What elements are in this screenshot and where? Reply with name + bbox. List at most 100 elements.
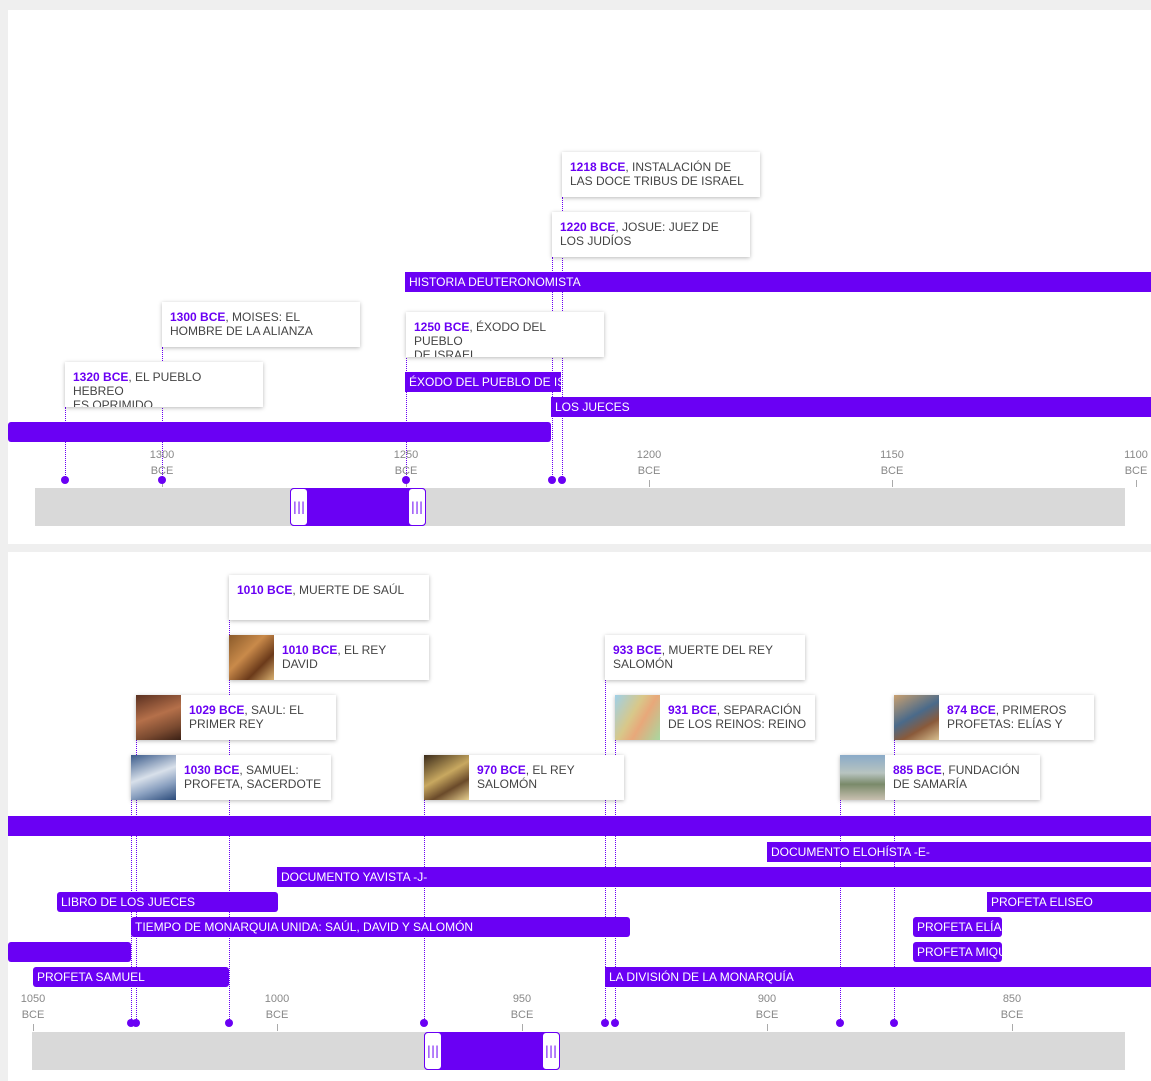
event-date: 1320 BCE [73, 370, 129, 384]
tick-era: BCE [510, 1009, 534, 1021]
tick-year: 1250 [393, 449, 419, 461]
event-date: 1030 BCE [184, 763, 240, 777]
event-thumbnail-image [894, 695, 939, 740]
navigator-handle-left[interactable]: ||| [424, 1032, 442, 1070]
navigator-handle-right[interactable]: ||| [408, 488, 426, 526]
timeline-panel-2[interactable]: 1010 BCE, MUERTE DE SAÚL 1010 BCE, EL RE… [8, 552, 1151, 1081]
axis-tick: 1200 BCE [627, 447, 671, 487]
event-title-cont: LOS JUDÍOS [560, 234, 632, 248]
event-marker[interactable] [611, 1019, 619, 1027]
tick-era: BCE [880, 465, 904, 477]
tick-era: BCE [637, 465, 661, 477]
event-date: 874 BCE [947, 703, 996, 717]
era-libro-jueces[interactable]: LIBRO DE LOS JUECES [57, 892, 278, 912]
event-date: 1300 BCE [170, 310, 226, 324]
event-title-cont: DE LOS REINOS: REINO [668, 717, 807, 731]
timeline-navigator[interactable]: ||| ||| [35, 488, 1125, 526]
era-exodo[interactable]: ÉXODO DEL PUEBLO DE ISRAEL [405, 372, 561, 392]
event-marker[interactable] [836, 1019, 844, 1027]
event-marker[interactable] [420, 1019, 428, 1027]
timeline-navigator[interactable]: ||| ||| [32, 1032, 1125, 1070]
era-band-untitled[interactable] [8, 422, 551, 442]
axis-tick: 1150 BCE [870, 447, 914, 487]
event-title: SEPARACIÓN [723, 703, 802, 717]
event-card-1029[interactable]: 1029 BCE, SAUL: EL PRIMER REY [136, 695, 336, 740]
event-title: JOSUE: JUEZ DE [622, 220, 719, 234]
event-marker[interactable] [601, 1019, 609, 1027]
event-title: SAMUEL: [246, 763, 299, 777]
event-marker[interactable] [132, 1019, 140, 1027]
event-title-cont: DE SAMARÍA [893, 777, 968, 791]
event-card-1010-rey-david[interactable]: 1010 BCE, EL REY DAVID [229, 635, 429, 680]
axis-tick: 1050 BCE [11, 991, 55, 1031]
event-marker[interactable] [61, 476, 69, 484]
event-card-933[interactable]: 933 BCE, MUERTE DEL REY SALOMÓN [605, 635, 805, 680]
tick-year: 1150 [880, 449, 904, 461]
event-title: EL REY [344, 643, 387, 657]
era-profeta-miqueas[interactable]: PROFETA MIQUEAS [913, 942, 1002, 962]
event-card-1300[interactable]: 1300 BCE, MOISES: EL HOMBRE DE LA ALIANZ… [162, 302, 360, 347]
event-card-885[interactable]: 885 BCE, FUNDACIÓN DE SAMARÍA [840, 755, 1040, 800]
event-card-931[interactable]: 931 BCE, SEPARACIÓN DE LOS REINOS: REINO [615, 695, 815, 740]
tick-era: BCE [1000, 1009, 1024, 1021]
event-card-1320[interactable]: 1320 BCE, EL PUEBLO HEBREO ES OPRIMIDO [65, 362, 263, 407]
tick-year: 1200 [636, 449, 662, 461]
era-monarquia-unida[interactable]: TIEMPO DE MONARQUIA UNIDA: SAÚL, DAVID Y… [131, 917, 630, 937]
navigator-window[interactable]: ||| ||| [424, 1032, 560, 1070]
event-title-cont: DE ISRAEL [414, 348, 477, 357]
event-date: 931 BCE [668, 703, 717, 717]
event-date: 1220 BCE [560, 220, 616, 234]
event-marker[interactable] [402, 476, 410, 484]
event-marker[interactable] [158, 476, 166, 484]
event-marker[interactable] [225, 1019, 233, 1027]
navigator-handle-left[interactable]: ||| [290, 488, 308, 526]
event-title: EL REY [532, 763, 575, 777]
era-band-untitled[interactable] [8, 816, 1151, 836]
tick-era: BCE [1124, 465, 1148, 477]
event-card-874[interactable]: 874 BCE, PRIMEROS PROFETAS: ELÍAS Y [894, 695, 1094, 740]
event-marker[interactable] [558, 476, 566, 484]
tick-year: 1000 [264, 993, 290, 1005]
event-title-cont: DAVID [282, 657, 318, 671]
event-date: 1218 BCE [570, 160, 626, 174]
event-stem [65, 407, 66, 479]
era-los-jueces[interactable]: LOS JUECES [551, 397, 1151, 417]
event-thumbnail-image [131, 755, 176, 800]
event-thumbnail-image [840, 755, 885, 800]
era-documento-elohista[interactable]: DOCUMENTO ELOHÍSTA -E- [767, 842, 1151, 862]
era-profeta-elias[interactable]: PROFETA ELÍAS [913, 917, 1002, 937]
tick-era: BCE [21, 1009, 45, 1021]
event-thumbnail-image [136, 695, 181, 740]
axis-tick: 950 BCE [500, 991, 544, 1031]
event-card-970[interactable]: 970 BCE, EL REY SALOMÓN [424, 755, 624, 800]
navigator-window[interactable]: ||| ||| [290, 488, 426, 526]
axis-tick: 1000 BCE [255, 991, 299, 1031]
event-date: 1029 BCE [189, 703, 245, 717]
tick-era: BCE [755, 1009, 779, 1021]
event-card-1220[interactable]: 1220 BCE, JOSUE: JUEZ DE LOS JUDÍOS [552, 212, 750, 257]
event-date: 1010 BCE [282, 643, 338, 657]
era-profeta-samuel[interactable]: PROFETA SAMUEL [33, 967, 229, 987]
event-marker[interactable] [890, 1019, 898, 1027]
event-title-cont: SALOMÓN [477, 777, 538, 791]
event-card-1218[interactable]: 1218 BCE, INSTALACIÓN DE LAS DOCE TRIBUS… [562, 152, 760, 197]
era-profeta-eliseo[interactable]: PROFETA ELISEO [987, 892, 1151, 912]
era-band-untitled-2[interactable] [8, 942, 131, 962]
era-documento-yavista[interactable]: DOCUMENTO YAVISTA -J- [277, 867, 1151, 887]
event-thumbnail-image [229, 635, 274, 680]
era-division-monarquia[interactable]: LA DIVISIÓN DE LA MONARQUÍA [605, 967, 1151, 987]
tick-era: BCE [265, 1009, 289, 1021]
event-title-cont: HOMBRE DE LA ALIANZA [170, 324, 313, 338]
navigator-handle-right[interactable]: ||| [542, 1032, 560, 1070]
tick-year: 900 [757, 993, 777, 1005]
event-title-cont: PROFETAS: ELÍAS Y [947, 717, 1063, 731]
era-historia-deuteronomista[interactable]: HISTORIA DEUTERONOMISTA [405, 272, 1151, 292]
event-title: MUERTE DE SAÚL [299, 583, 405, 597]
tick-year: 950 [512, 993, 532, 1005]
event-date: 1010 BCE [237, 583, 293, 597]
event-card-1010-muerte-saul[interactable]: 1010 BCE, MUERTE DE SAÚL [229, 575, 429, 620]
timeline-panel-1[interactable]: 1218 BCE, INSTALACIÓN DE LAS DOCE TRIBUS… [8, 10, 1151, 544]
event-card-1250[interactable]: 1250 BCE, ÉXODO DEL PUEBLO DE ISRAEL [406, 312, 604, 357]
event-card-1030[interactable]: 1030 BCE, SAMUEL: PROFETA, SACERDOTE [131, 755, 331, 800]
event-marker[interactable] [548, 476, 556, 484]
